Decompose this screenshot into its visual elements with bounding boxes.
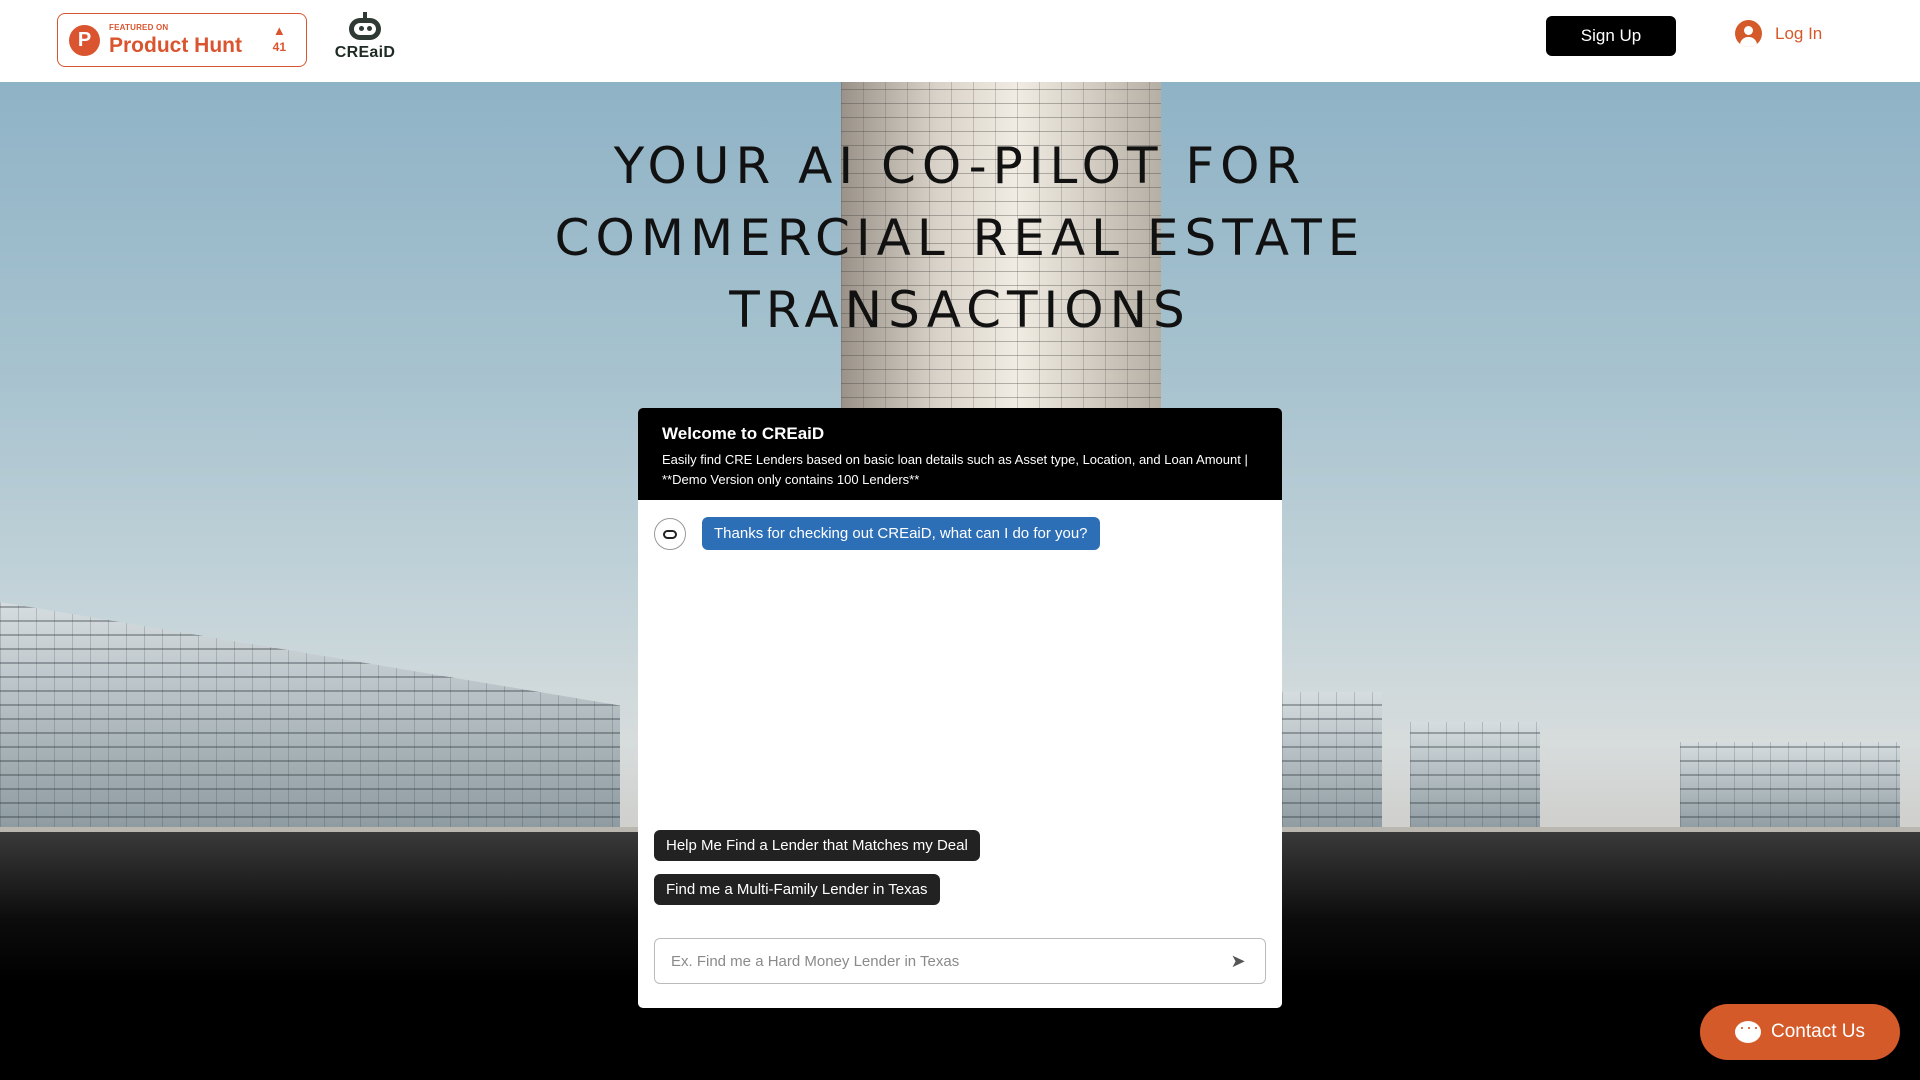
- site-header: P FEATURED ON Product Hunt ▲ 41 CREaiD S…: [0, 0, 1920, 82]
- building-right-image-3: [1680, 742, 1900, 832]
- headline-line-1: YOUR AI CO-PILOT FOR: [613, 137, 1307, 195]
- chat-bubble-icon: [1735, 1017, 1761, 1043]
- building-right-image: [1282, 692, 1382, 832]
- contact-us-label: Contact Us: [1771, 1021, 1865, 1042]
- send-icon[interactable]: ➤: [1227, 950, 1249, 972]
- chat-input-box: ➤: [654, 938, 1266, 984]
- chat-title: Welcome to CREaiD: [662, 424, 825, 443]
- chat-input[interactable]: [671, 952, 1227, 970]
- contact-us-button[interactable]: Contact Us: [1700, 1004, 1900, 1060]
- log-in-button[interactable]: Log In: [1735, 20, 1822, 47]
- sign-up-button[interactable]: Sign Up: [1546, 16, 1676, 56]
- product-hunt-logo-icon: P: [69, 24, 100, 56]
- building-right-image-2: [1410, 722, 1540, 832]
- product-hunt-badge[interactable]: P FEATURED ON Product Hunt ▲ 41: [57, 13, 307, 67]
- hero-headline: YOUR AI CO-PILOT FOR COMMERCIAL REAL EST…: [460, 130, 1460, 346]
- product-hunt-featured-label: FEATURED ON: [109, 23, 169, 32]
- chat-subtitle: Easily find CRE Lenders based on basic l…: [662, 452, 1248, 487]
- bot-chat-icon: [654, 518, 686, 550]
- building-left-image: [0, 602, 620, 832]
- headline-line-3: TRANSACTIONS: [729, 281, 1191, 339]
- chat-header: Welcome to CREaiD Easily find CRE Lender…: [638, 408, 1282, 500]
- robot-logo-icon: [346, 12, 384, 42]
- brand-name: CREaiD: [334, 44, 396, 61]
- chat-widget: Welcome to CREaiD Easily find CRE Lender…: [638, 408, 1282, 1008]
- bot-message: Thanks for checking out CREaiD, what can…: [702, 517, 1100, 550]
- log-in-label: Log In: [1775, 23, 1823, 43]
- brand-logo[interactable]: CREaiD: [330, 12, 400, 68]
- chat-body: Thanks for checking out CREaiD, what can…: [638, 500, 1282, 1008]
- suggestion-button-find-lender[interactable]: Help Me Find a Lender that Matches my De…: [654, 830, 980, 861]
- product-hunt-name: Product Hunt: [109, 34, 242, 57]
- suggestion-button-multifamily-texas[interactable]: Find me a Multi-Family Lender in Texas: [654, 874, 940, 905]
- product-hunt-vote-count: 41: [272, 40, 286, 54]
- user-circle-icon: [1735, 20, 1762, 47]
- headline-line-2: COMMERCIAL REAL ESTATE: [554, 209, 1366, 267]
- upvote-triangle-icon: ▲: [272, 23, 286, 38]
